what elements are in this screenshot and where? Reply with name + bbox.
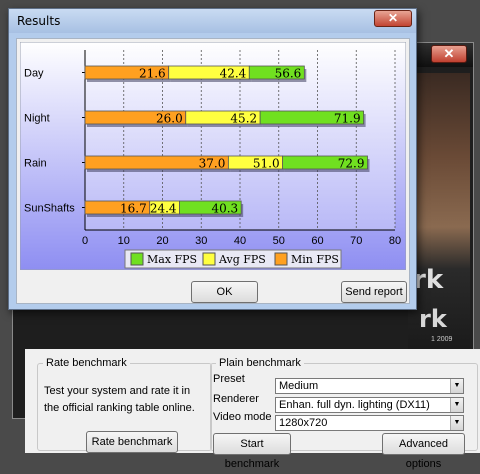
main-close-button[interactable]: ✕	[431, 45, 467, 63]
x-tick-label: 30	[195, 235, 207, 247]
results-client-area: 0 10 20 30 40 50 60 70 80 Day 21.6 42.4 56.6 Night 26.…	[16, 38, 410, 304]
legend-label: Max FPS	[147, 253, 197, 266]
preset-value: Medium	[279, 380, 319, 392]
splash-text: rk	[419, 305, 447, 333]
splash-copyright: 1 2009	[431, 336, 453, 343]
bar-value-label: 26.0	[156, 112, 183, 126]
x-tick-label: 60	[311, 235, 323, 247]
advanced-options-button[interactable]: Advanced options	[382, 433, 465, 470]
legend-swatch	[274, 252, 288, 266]
ok-button[interactable]: OK	[191, 281, 258, 303]
x-tick-label: 40	[234, 235, 246, 247]
bar-value-label: 45.2	[230, 112, 257, 126]
legend-swatch	[130, 252, 144, 266]
category-label: Day	[24, 68, 44, 80]
legend-label: Avg FPS	[218, 253, 266, 266]
chevron-down-icon[interactable]: ▼	[450, 379, 463, 393]
x-tick-label: 80	[389, 235, 401, 247]
send-report-button[interactable]: Send report	[341, 281, 407, 303]
preset-label: Preset	[213, 373, 245, 385]
chevron-down-icon[interactable]: ▼	[450, 398, 463, 412]
bar-value-label: 51.0	[253, 157, 280, 171]
renderer-label: Renderer	[213, 393, 259, 405]
plain-benchmark-title: Plain benchmark	[219, 357, 301, 369]
bar-value-label: 40.3	[211, 202, 238, 216]
bar-value-label: 16.7	[120, 202, 147, 216]
x-tick-label: 50	[273, 235, 285, 247]
x-tick-label: 20	[156, 235, 168, 247]
splash-text: rk	[413, 265, 444, 295]
video-mode-value: 1280x720	[279, 417, 328, 429]
bar-value-label: 42.4	[220, 67, 247, 81]
rate-benchmark-title: Rate benchmark	[46, 357, 127, 369]
legend-label: Min FPS	[291, 253, 339, 266]
benchmark-panel: Rate benchmark Test your system and rate…	[25, 349, 480, 470]
close-icon[interactable]: ✕	[374, 10, 412, 27]
results-titlebar[interactable]: Results ✕	[9, 9, 416, 33]
x-tick-label: 0	[82, 235, 88, 247]
video-mode-label: Video mode	[213, 411, 272, 423]
preset-select[interactable]: Medium ▼	[275, 378, 464, 394]
chevron-down-icon[interactable]: ▼	[450, 416, 463, 430]
rate-benchmark-button[interactable]: Rate benchmark	[86, 431, 178, 453]
rate-benchmark-group: Rate benchmark Test your system and rate…	[37, 357, 212, 453]
rate-benchmark-description: Test your system and rate it in the offi…	[44, 385, 195, 414]
x-tick-label: 70	[350, 235, 362, 247]
bar-value-label: 71.9	[334, 112, 361, 126]
category-label: SunShafts	[24, 203, 75, 215]
legend-swatch	[202, 252, 216, 266]
results-title: Results	[17, 14, 61, 28]
x-tick-label: 10	[118, 235, 130, 247]
bar-value-label: 21.6	[139, 67, 166, 81]
plain-benchmark-group: Plain benchmark Preset Medium ▼ Renderer…	[210, 357, 478, 470]
renderer-select[interactable]: Enhan. full dyn. lighting (DX11) ▼	[275, 397, 464, 413]
category-label: Rain	[24, 158, 47, 170]
video-mode-select[interactable]: 1280x720 ▼	[275, 415, 464, 431]
results-window: Results ✕ 0 10 20 30 40 50 60 70 80 Day 21.6 42.4 56…	[8, 8, 417, 310]
bar-value-label: 56.6	[275, 67, 302, 81]
renderer-value: Enhan. full dyn. lighting (DX11)	[279, 399, 430, 411]
fps-chart: 0 10 20 30 40 50 60 70 80 Day 21.6 42.4 56.6 Night 26.…	[20, 42, 406, 270]
bar-value-label: 24.4	[150, 202, 177, 216]
bar-value-label: 72.9	[338, 157, 365, 171]
bar-value-label: 37.0	[199, 157, 226, 171]
start-benchmark-button[interactable]: Start benchmark	[213, 433, 291, 470]
category-label: Night	[24, 113, 50, 125]
